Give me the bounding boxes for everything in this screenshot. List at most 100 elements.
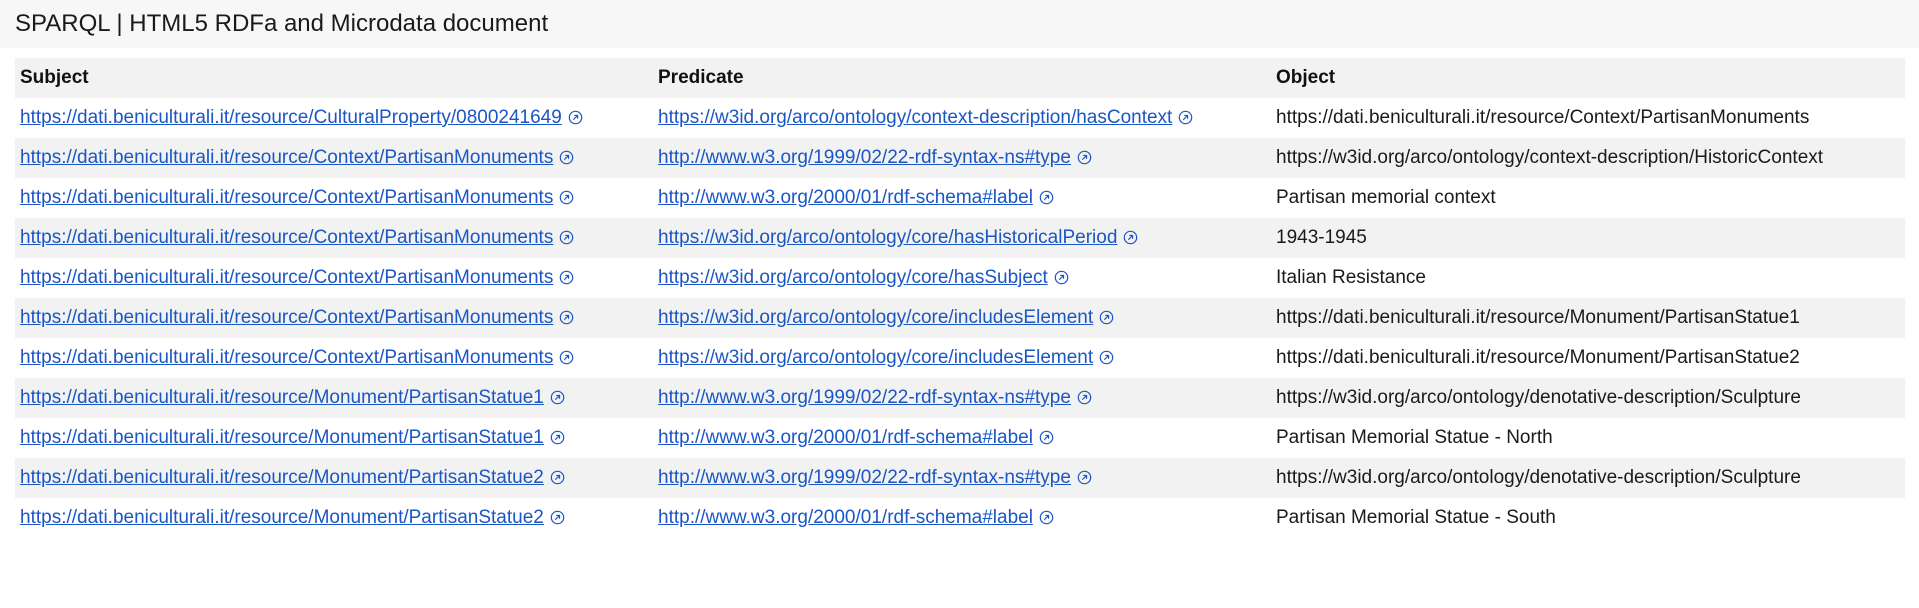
subject-link[interactable]: https://dati.beniculturali.it/resource/C… xyxy=(20,267,553,288)
external-link-icon[interactable] xyxy=(559,309,574,325)
predicate-link[interactable]: http://www.w3.org/1999/02/22-rdf-syntax-… xyxy=(658,467,1071,488)
object-value: https://dati.beniculturali.it/resource/C… xyxy=(1276,107,1810,128)
predicate-link[interactable]: http://www.w3.org/2000/01/rdf-schema#lab… xyxy=(658,187,1033,208)
external-link-icon[interactable] xyxy=(550,389,565,405)
predicate-cell: http://www.w3.org/2000/01/rdf-schema#lab… xyxy=(653,418,1271,458)
predicate-cell: http://www.w3.org/1999/02/22-rdf-syntax-… xyxy=(653,378,1271,418)
table-row: https://dati.beniculturali.it/resource/C… xyxy=(15,338,1905,378)
object-value: https://w3id.org/arco/ontology/denotativ… xyxy=(1276,467,1801,488)
predicate-cell: http://www.w3.org/2000/01/rdf-schema#lab… xyxy=(653,498,1271,538)
external-link-icon[interactable] xyxy=(1039,509,1054,525)
column-header-object: Object xyxy=(1271,58,1905,98)
table-row: https://dati.beniculturali.it/resource/C… xyxy=(15,178,1905,218)
predicate-link[interactable]: http://www.w3.org/1999/02/22-rdf-syntax-… xyxy=(658,387,1071,408)
predicate-cell: http://www.w3.org/2000/01/rdf-schema#lab… xyxy=(653,178,1271,218)
object-cell: Partisan memorial context xyxy=(1271,178,1905,218)
subject-cell: https://dati.beniculturali.it/resource/C… xyxy=(15,98,653,138)
external-link-icon[interactable] xyxy=(1077,149,1092,165)
table-header-row: Subject Predicate Object xyxy=(15,58,1905,98)
external-link-icon[interactable] xyxy=(559,269,574,285)
column-header-subject: Subject xyxy=(15,58,653,98)
external-link-icon[interactable] xyxy=(1099,349,1114,365)
subject-link[interactable]: https://dati.beniculturali.it/resource/C… xyxy=(20,107,562,128)
predicate-cell: http://www.w3.org/1999/02/22-rdf-syntax-… xyxy=(653,138,1271,178)
subject-link[interactable]: https://dati.beniculturali.it/resource/C… xyxy=(20,187,553,208)
external-link-icon[interactable] xyxy=(559,349,574,365)
page-title: SPARQL | HTML5 RDFa and Microdata docume… xyxy=(15,10,549,37)
external-link-icon[interactable] xyxy=(550,429,565,445)
external-link-icon[interactable] xyxy=(559,189,574,205)
predicate-cell: https://w3id.org/arco/ontology/core/hasS… xyxy=(653,258,1271,298)
subject-cell: https://dati.beniculturali.it/resource/C… xyxy=(15,138,653,178)
subject-cell: https://dati.beniculturali.it/resource/C… xyxy=(15,338,653,378)
object-value: 1943-1945 xyxy=(1276,227,1367,248)
object-value: Partisan Memorial Statue - South xyxy=(1276,507,1556,528)
subject-cell: https://dati.beniculturali.it/resource/C… xyxy=(15,178,653,218)
external-link-icon[interactable] xyxy=(1039,429,1054,445)
table-row: https://dati.beniculturali.it/resource/C… xyxy=(15,98,1905,138)
subject-link[interactable]: https://dati.beniculturali.it/resource/M… xyxy=(20,507,544,528)
table-row: https://dati.beniculturali.it/resource/C… xyxy=(15,298,1905,338)
object-cell: https://w3id.org/arco/ontology/denotativ… xyxy=(1271,378,1905,418)
table-row: https://dati.beniculturali.it/resource/C… xyxy=(15,258,1905,298)
object-value: Italian Resistance xyxy=(1276,267,1426,288)
external-link-icon[interactable] xyxy=(1123,229,1138,245)
external-link-icon[interactable] xyxy=(559,229,574,245)
external-link-icon[interactable] xyxy=(1039,189,1054,205)
object-value: https://dati.beniculturali.it/resource/M… xyxy=(1276,307,1800,328)
subject-cell: https://dati.beniculturali.it/resource/C… xyxy=(15,218,653,258)
subject-cell: https://dati.beniculturali.it/resource/M… xyxy=(15,498,653,538)
subject-link[interactable]: https://dati.beniculturali.it/resource/C… xyxy=(20,147,553,168)
table-row: https://dati.beniculturali.it/resource/M… xyxy=(15,378,1905,418)
table-row: https://dati.beniculturali.it/resource/C… xyxy=(15,218,1905,258)
table-body: https://dati.beniculturali.it/resource/C… xyxy=(15,98,1905,538)
predicate-link[interactable]: http://www.w3.org/2000/01/rdf-schema#lab… xyxy=(658,427,1033,448)
predicate-link[interactable]: https://w3id.org/arco/ontology/core/incl… xyxy=(658,307,1093,328)
predicate-cell: https://w3id.org/arco/ontology/context-d… xyxy=(653,98,1271,138)
subject-link[interactable]: https://dati.beniculturali.it/resource/C… xyxy=(20,347,553,368)
external-link-icon[interactable] xyxy=(1099,309,1114,325)
object-value: https://w3id.org/arco/ontology/context-d… xyxy=(1276,147,1824,168)
subject-cell: https://dati.beniculturali.it/resource/M… xyxy=(15,418,653,458)
external-link-icon[interactable] xyxy=(550,509,565,525)
subject-cell: https://dati.beniculturali.it/resource/C… xyxy=(15,258,653,298)
object-cell: 1943-1945 xyxy=(1271,218,1905,258)
predicate-link[interactable]: http://www.w3.org/1999/02/22-rdf-syntax-… xyxy=(658,147,1071,168)
predicate-link[interactable]: https://w3id.org/arco/ontology/core/hasH… xyxy=(658,227,1117,248)
subject-link[interactable]: https://dati.beniculturali.it/resource/M… xyxy=(20,467,544,488)
subject-link[interactable]: https://dati.beniculturali.it/resource/M… xyxy=(20,427,544,448)
external-link-icon[interactable] xyxy=(1054,269,1069,285)
page-header: SPARQL | HTML5 RDFa and Microdata docume… xyxy=(0,0,1919,48)
predicate-link[interactable]: http://www.w3.org/2000/01/rdf-schema#lab… xyxy=(658,507,1033,528)
object-cell: https://dati.beniculturali.it/resource/M… xyxy=(1271,298,1905,338)
subject-cell: https://dati.beniculturali.it/resource/M… xyxy=(15,458,653,498)
subject-link[interactable]: https://dati.beniculturali.it/resource/M… xyxy=(20,387,544,408)
table-row: https://dati.beniculturali.it/resource/M… xyxy=(15,458,1905,498)
table-row: https://dati.beniculturali.it/resource/C… xyxy=(15,138,1905,178)
object-cell: Partisan Memorial Statue - North xyxy=(1271,418,1905,458)
object-value: Partisan Memorial Statue - North xyxy=(1276,427,1553,448)
object-cell: Partisan Memorial Statue - South xyxy=(1271,498,1905,538)
external-link-icon[interactable] xyxy=(1077,389,1092,405)
predicate-cell: http://www.w3.org/1999/02/22-rdf-syntax-… xyxy=(653,458,1271,498)
object-cell: https://w3id.org/arco/ontology/denotativ… xyxy=(1271,458,1905,498)
external-link-icon[interactable] xyxy=(1178,109,1193,125)
predicate-cell: https://w3id.org/arco/ontology/core/hasH… xyxy=(653,218,1271,258)
subject-cell: https://dati.beniculturali.it/resource/C… xyxy=(15,298,653,338)
predicate-cell: https://w3id.org/arco/ontology/core/incl… xyxy=(653,298,1271,338)
external-link-icon[interactable] xyxy=(1077,469,1092,485)
object-cell: https://dati.beniculturali.it/resource/C… xyxy=(1271,98,1905,138)
column-header-predicate: Predicate xyxy=(653,58,1271,98)
object-cell: Italian Resistance xyxy=(1271,258,1905,298)
subject-link[interactable]: https://dati.beniculturali.it/resource/C… xyxy=(20,227,553,248)
subject-link[interactable]: https://dati.beniculturali.it/resource/C… xyxy=(20,307,553,328)
external-link-icon[interactable] xyxy=(568,109,583,125)
predicate-link[interactable]: https://w3id.org/arco/ontology/context-d… xyxy=(658,107,1172,128)
subject-cell: https://dati.beniculturali.it/resource/M… xyxy=(15,378,653,418)
external-link-icon[interactable] xyxy=(550,469,565,485)
object-cell: https://w3id.org/arco/ontology/context-d… xyxy=(1271,138,1905,178)
external-link-icon[interactable] xyxy=(559,149,574,165)
predicate-link[interactable]: https://w3id.org/arco/ontology/core/incl… xyxy=(658,347,1093,368)
object-value: Partisan memorial context xyxy=(1276,187,1496,208)
predicate-link[interactable]: https://w3id.org/arco/ontology/core/hasS… xyxy=(658,267,1048,288)
